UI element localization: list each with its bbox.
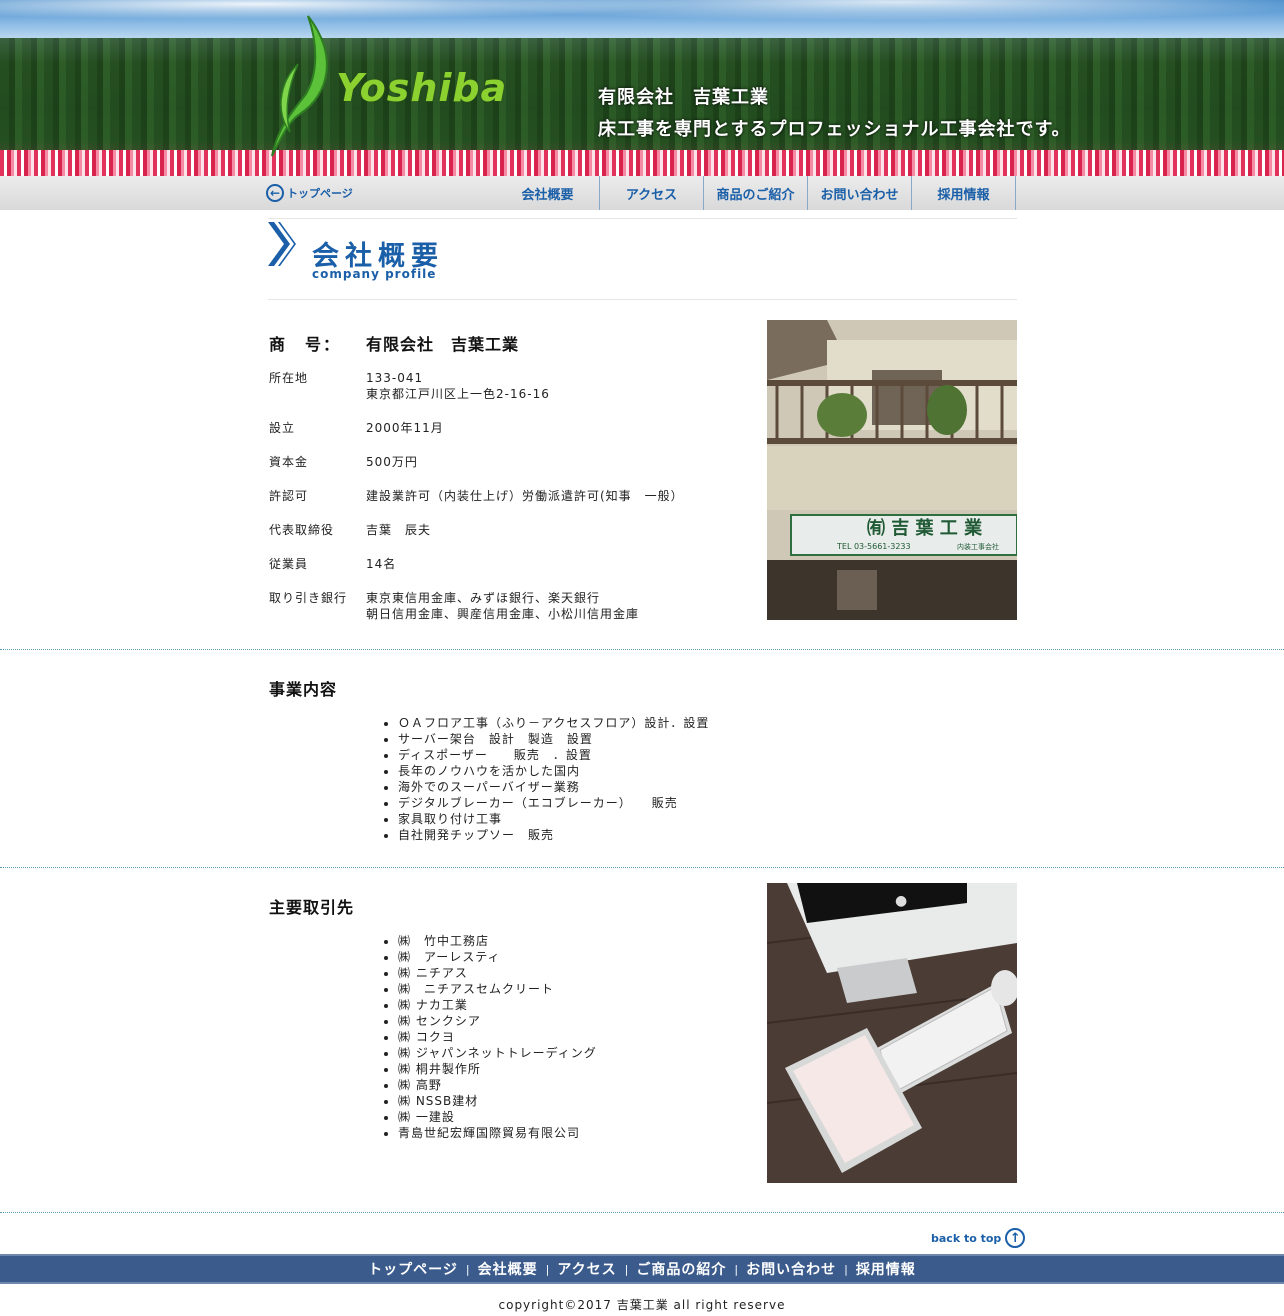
business-list: ＯＡフロア工事（ふり－アクセスフロア）設計．設置 サーバー架台 設計 製造 設置… [380, 715, 709, 843]
sky-clouds [0, 0, 1284, 40]
sign-text: ㈲ 吉 葉 工 業 [867, 517, 983, 539]
postal-code: 133-041 [366, 371, 424, 385]
page-subtitle: company profile [312, 267, 437, 281]
arrow-up-circle-icon: ↑ [1005, 1228, 1026, 1248]
leaf-logo-icon [271, 15, 328, 157]
list-item: サーバー架台 設計 製造 設置 [398, 731, 709, 747]
nav-top-page-label: トップページ [287, 187, 353, 200]
footer-link-access[interactable]: アクセス [557, 1259, 616, 1279]
nav-item-recruit[interactable]: 採用情報 [912, 176, 1016, 210]
list-item: ㈱ 桐井製作所 [398, 1061, 597, 1077]
footer-nav: トップページ | 会社概要 | アクセス | ご商品の紹介 | お問い合わせ |… [0, 1254, 1284, 1284]
svg-text:●: ● [895, 893, 907, 909]
arrow-left-circle-icon: ← [266, 184, 284, 202]
flower-field [0, 150, 1284, 176]
footer-separator: | [734, 1262, 739, 1276]
nav-item-access[interactable]: アクセス [600, 176, 704, 210]
list-item: ㈱ 一建設 [398, 1109, 597, 1125]
title-divider-bottom [268, 299, 1017, 300]
list-item: 青島世紀宏輝国際貿易有限公司 [398, 1125, 597, 1141]
footer-link-recruit[interactable]: 採用情報 [856, 1259, 916, 1279]
back-to-top-link[interactable]: back to top ↑ [931, 1228, 1026, 1248]
profile-value: 14名 [366, 557, 397, 571]
list-item: ㈱ NSSB建材 [398, 1093, 597, 1109]
section-divider [0, 649, 1284, 650]
list-item: ㈱ ニチアス [398, 965, 597, 981]
company-name-value: 有限会社 吉葉工業 [366, 335, 520, 354]
clients-list: ㈱ 竹中工務店 ㈱ アーレスティ ㈱ ニチアス ㈱ ニチアスセムクリート ㈱ ナ… [380, 933, 597, 1141]
list-item: ㈱ センクシア [398, 1013, 597, 1029]
list-item: 自社開発チップソー 販売 [398, 827, 709, 843]
back-to-top-label: back to top [931, 1231, 1002, 1245]
profile-label: 所在地 [269, 371, 309, 385]
list-item: ㈱ アーレスティ [398, 949, 597, 965]
list-item: デジタルブレーカー（エコブレーカー） 販売 [398, 795, 709, 811]
address-line: 東京都江戸川区上一色2-16-16 [366, 387, 550, 401]
double-chevron-icon [268, 222, 296, 266]
section-divider [0, 867, 1284, 868]
footer-link-top[interactable]: トップページ [368, 1259, 458, 1279]
nav-item-contact[interactable]: お問い合わせ [808, 176, 912, 210]
section-divider [0, 1212, 1284, 1213]
profile-value: 東京東信用金庫、みずほ銀行、楽天銀行 朝日信用金庫、興産信用金庫、小松川信用金庫 [366, 590, 639, 622]
sign-sub: 内装工事会社 [957, 542, 999, 551]
profile-label: 設立 [269, 421, 296, 435]
profile-value: 133-041 東京都江戸川区上一色2-16-16 [366, 370, 550, 402]
nav-menu: 会社概要 アクセス 商品のご紹介 お問い合わせ 採用情報 [496, 176, 1016, 210]
profile-label: 従業員 [269, 557, 309, 571]
desk-computer-photo: ● [767, 883, 1017, 1183]
profile-value: 2000年11月 [366, 421, 444, 435]
footer-separator: | [624, 1262, 629, 1276]
nav-item-company[interactable]: 会社概要 [496, 176, 600, 210]
header-tagline: 床工事を専門とするプロフェッショナル工事会社です。 [598, 119, 1071, 140]
footer-link-contact[interactable]: お問い合わせ [746, 1259, 836, 1279]
footer-separator: | [844, 1262, 848, 1276]
list-item: 長年のノウハウを活かした国内 [398, 763, 709, 779]
list-item: ㈱ ジャパンネットトレーディング [398, 1045, 597, 1061]
list-item: ㈱ ニチアスセムクリート [398, 981, 597, 997]
list-item: 家具取り付け工事 [398, 811, 709, 827]
business-title: 事業内容 [269, 680, 338, 699]
footer-link-company[interactable]: 会社概要 [478, 1259, 538, 1279]
profile-value: 吉葉 辰夫 [366, 523, 432, 537]
profile-label: 代表取締役 [269, 523, 335, 537]
sign-tel: TEL 03-5661-3233 [836, 542, 911, 551]
nav-item-products[interactable]: 商品のご紹介 [704, 176, 808, 210]
list-item: ディスポーザー 販売 ．設置 [398, 747, 709, 763]
bank-line: 朝日信用金庫、興産信用金庫、小松川信用金庫 [366, 607, 640, 621]
header-banner: Yoshiba 有限会社 吉葉工業 床工事を専門とするプロフェッショナル工事会社… [0, 0, 1284, 176]
profile-label: 許認可 [269, 489, 309, 503]
nav-top-page-link[interactable]: ← トップページ [266, 182, 353, 204]
office-building-photo: ㈲ 吉 葉 工 業 TEL 03-5661-3233 内装工事会社 [767, 320, 1017, 620]
profile-value: 500万円 [366, 455, 418, 469]
list-item: 海外でのスーパーバイザー業務 [398, 779, 709, 795]
footer-link-products[interactable]: ご商品の紹介 [636, 1259, 726, 1279]
list-item: ＯＡフロア工事（ふり－アクセスフロア）設計．設置 [398, 715, 709, 731]
profile-value: 建設業許可（内装仕上げ）労働派遣許可(知事 一般） [366, 489, 684, 503]
footer-separator: | [465, 1262, 470, 1276]
list-item: ㈱ ナカ工業 [398, 997, 597, 1013]
profile-label: 資本金 [269, 455, 309, 469]
logo-text[interactable]: Yoshiba [336, 66, 507, 110]
list-item: ㈱ コクヨ [398, 1029, 597, 1045]
company-name-label: 商 号： [269, 335, 342, 354]
clients-title: 主要取引先 [269, 898, 355, 917]
title-divider-top [268, 218, 1017, 219]
list-item: ㈱ 竹中工務店 [398, 933, 597, 949]
profile-label: 取り引き銀行 [269, 591, 348, 605]
copyright-text: copyright©2017 吉葉工業 all right reserve [498, 1298, 786, 1312]
header-company-name: 有限会社 吉葉工業 [598, 87, 769, 108]
footer-separator: | [545, 1262, 550, 1276]
list-item: ㈱ 高野 [398, 1077, 597, 1093]
bank-line: 東京東信用金庫、みずほ銀行、楽天銀行 [366, 591, 601, 605]
